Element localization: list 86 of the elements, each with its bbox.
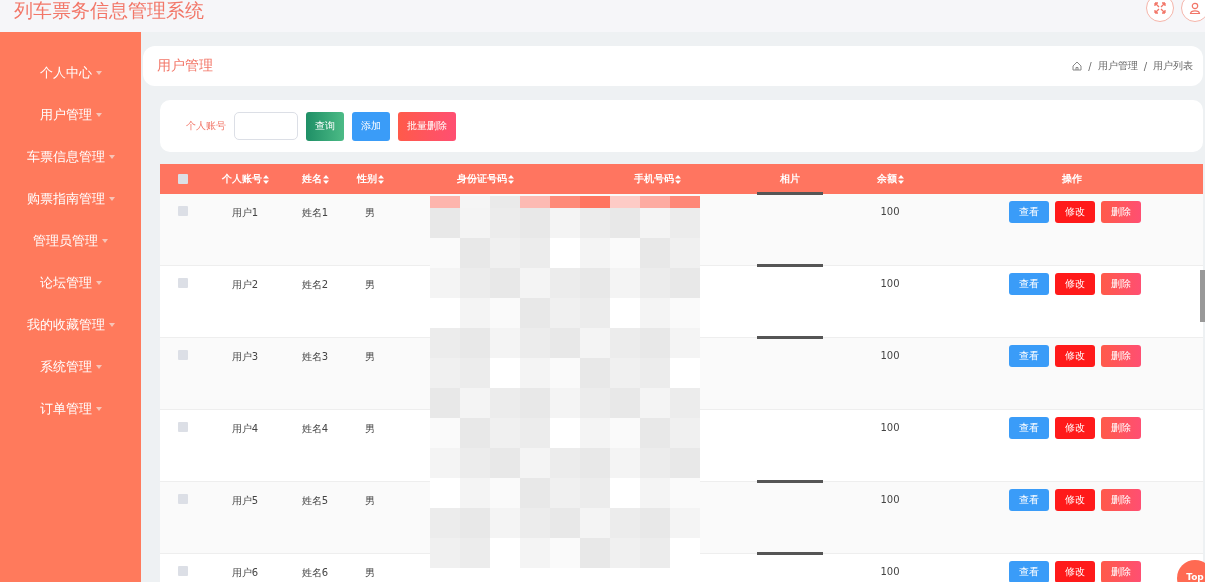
row-checkbox[interactable] [177, 350, 188, 360]
column-header[interactable]: 个人账号 [221, 172, 262, 186]
table-cell: 100 [880, 494, 900, 505]
table-cell: 100 [880, 206, 900, 217]
sidebar-item[interactable]: 订单管理 [0, 388, 141, 430]
column-header[interactable]: 手机号码 [634, 172, 674, 186]
table-cell: 用户2 [231, 278, 259, 292]
sidebar-item[interactable]: 车票信息管理 [0, 136, 141, 178]
breadcrumb-link[interactable]: 用户管理 [1097, 59, 1138, 73]
edit-button[interactable]: 修改 [1054, 489, 1095, 511]
column-header[interactable]: 身份证号码 [456, 172, 507, 186]
table-cell: 用户4 [231, 422, 259, 436]
delete-button[interactable]: 删除 [1100, 417, 1141, 439]
delete-button[interactable]: 删除 [1100, 561, 1141, 582]
table-cell: 男 [365, 206, 375, 220]
sidebar-item[interactable]: 系统管理 [0, 346, 141, 388]
table-cell: 姓名6 [301, 566, 329, 580]
breadcrumb-separator: / [1143, 60, 1147, 72]
app-title: 列车票务信息管理系统 [14, 0, 204, 23]
column-header: 操作 [1061, 172, 1082, 186]
edit-button[interactable]: 修改 [1054, 273, 1095, 295]
fullscreen-icon[interactable] [1146, 0, 1174, 22]
table-cell: 用户5 [231, 494, 259, 508]
edit-button[interactable]: 修改 [1054, 345, 1095, 367]
view-button[interactable]: 查看 [1008, 417, 1049, 439]
table-cell: 男 [365, 350, 375, 364]
table-cell: 姓名2 [301, 278, 329, 292]
select-all-checkbox[interactable] [177, 174, 188, 184]
table-cell: 姓名1 [301, 206, 329, 220]
row-checkbox[interactable] [177, 494, 188, 504]
breadcrumb-link[interactable]: 用户列表 [1153, 59, 1193, 73]
table-cell: 100 [880, 422, 900, 433]
sidebar-item[interactable]: 个人中心 [0, 52, 141, 94]
view-button[interactable]: 查看 [1008, 489, 1049, 511]
delete-button[interactable]: 删除 [1100, 345, 1141, 367]
sort-icon[interactable] [377, 174, 384, 184]
table-cell: 100 [880, 566, 900, 577]
view-button[interactable]: 查看 [1008, 561, 1049, 582]
edit-button[interactable]: 修改 [1054, 561, 1095, 582]
sort-icon[interactable] [675, 174, 681, 184]
sidebar-item[interactable]: 用户管理 [0, 94, 141, 136]
field-label: 个人账号 [186, 119, 226, 133]
sidebar-item[interactable]: 管理员管理 [0, 220, 141, 262]
view-button[interactable]: 查看 [1008, 201, 1049, 223]
table-cell: 100 [880, 278, 900, 289]
sidebar-item[interactable]: 论坛管理 [0, 262, 141, 304]
sidebar-item[interactable]: 我的收藏管理 [0, 304, 141, 346]
home-icon[interactable] [1072, 61, 1083, 71]
table-cell: 姓名5 [301, 494, 329, 508]
batch-delete-button[interactable]: 批量删除 [398, 111, 456, 141]
sort-icon[interactable] [262, 174, 269, 184]
table-cell: 男 [365, 422, 375, 436]
delete-button[interactable]: 删除 [1100, 273, 1141, 295]
table-cell: 男 [365, 494, 375, 508]
sidebar-item[interactable]: 购票指南管理 [0, 178, 141, 220]
delete-button[interactable]: 删除 [1100, 489, 1141, 511]
row-checkbox[interactable] [177, 422, 188, 432]
row-checkbox[interactable] [177, 206, 188, 216]
add-button[interactable]: 添加 [352, 111, 390, 141]
table-cell: 姓名3 [301, 350, 329, 364]
table-cell: 男 [365, 278, 375, 292]
view-button[interactable]: 查看 [1008, 273, 1049, 295]
table-cell: 用户1 [231, 206, 259, 220]
table-cell: 男 [365, 566, 375, 580]
sort-icon[interactable] [322, 174, 329, 184]
scrollbar[interactable] [1200, 270, 1205, 322]
column-header: 相片 [780, 172, 800, 186]
account-input-field[interactable] [234, 112, 298, 140]
column-header[interactable]: 姓名 [301, 172, 322, 186]
breadcrumb-separator: / [1088, 60, 1092, 72]
sort-icon[interactable] [507, 174, 514, 184]
row-checkbox[interactable] [177, 566, 188, 576]
table-cell: 用户3 [231, 350, 259, 364]
page-title: 用户管理 [157, 57, 213, 75]
edit-button[interactable]: 修改 [1054, 201, 1095, 223]
view-button[interactable]: 查看 [1008, 345, 1049, 367]
column-header[interactable]: 余额 [876, 172, 897, 186]
table-cell: 100 [880, 350, 900, 361]
table-cell: 用户6 [231, 566, 259, 580]
sort-icon[interactable] [897, 174, 904, 184]
edit-button[interactable]: 修改 [1054, 417, 1095, 439]
row-checkbox[interactable] [177, 278, 188, 288]
delete-button[interactable]: 删除 [1100, 201, 1141, 223]
search-button[interactable]: 查询 [306, 111, 344, 141]
table-cell: 姓名4 [301, 422, 329, 436]
column-header[interactable]: 性别 [356, 172, 377, 186]
